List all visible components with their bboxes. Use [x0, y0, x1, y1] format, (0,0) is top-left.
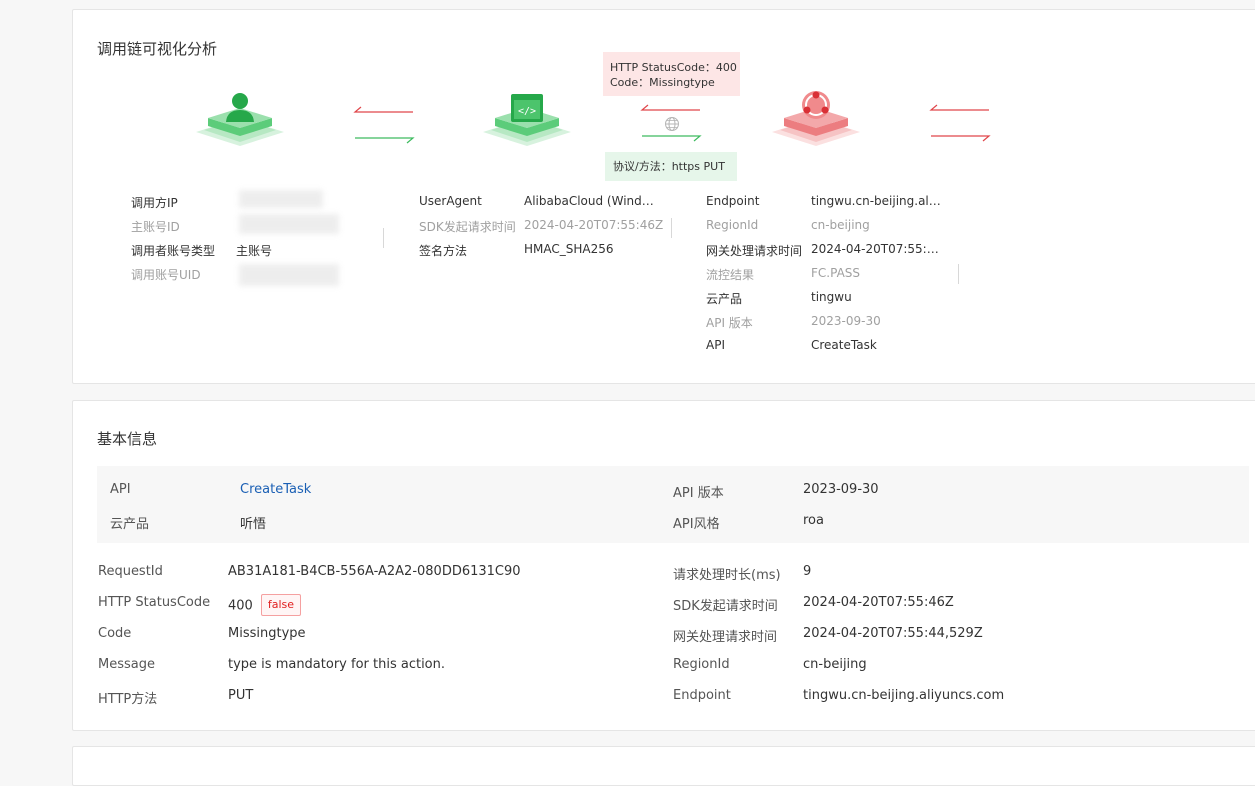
sdk-request-time-value: 2024-04-20T07:55:46Z: [524, 218, 664, 232]
api-version-value: 2023-09-30: [811, 314, 881, 328]
cloud-product-label: 云产品: [706, 292, 743, 306]
request-id-value: AB31A181-B4CB-556A-A2A2-080DD6131C90: [228, 564, 521, 579]
band-api-style-label: API风格: [673, 517, 720, 532]
gateway-endpoint-label: Endpoint: [706, 194, 760, 208]
gateway-region-label: RegionId: [706, 218, 759, 232]
message-value: type is mandatory for this action.: [228, 657, 446, 672]
endpoint-label: Endpoint: [673, 688, 731, 703]
caller-user-icon[interactable]: [194, 88, 286, 160]
response-arrow-left: [353, 106, 415, 114]
error-status-tooltip: HTTP StatusCode：400 Code：Missingtype: [603, 52, 740, 96]
backend-response-arrow-left: [929, 104, 991, 112]
band-product-value: 听悟: [240, 517, 267, 532]
request-id-label: RequestId: [98, 564, 163, 579]
basic-info-card: 基本信息 API CreateTask 云产品 听悟 API 版本 2023-0…: [72, 400, 1255, 731]
message-label: Message: [98, 657, 155, 672]
band-product-label: 云产品: [110, 517, 150, 532]
redacted-caller-uid: [239, 264, 339, 286]
call-chain-title: 调用链可视化分析: [97, 40, 218, 58]
column-divider: [671, 218, 672, 238]
caller-account-type-value: 主账号: [236, 244, 273, 258]
sdk-time-value: 2024-04-20T07:55:46Z: [803, 595, 954, 610]
api-name-value: CreateTask: [811, 338, 877, 352]
gateway-time-value: 2024-04-20T07:55:44,...: [811, 242, 941, 256]
http-method-value: PUT: [228, 688, 254, 703]
caller-account-type-label: 调用者账号类型: [131, 244, 216, 258]
status-false-badge: false: [260, 594, 301, 616]
useragent-value: AlibabaCloud (Windo...: [524, 194, 654, 208]
band-api-style-value: roa: [803, 513, 824, 528]
gateway-processing-time-value: 2024-04-20T07:55:44,529Z: [803, 626, 983, 641]
error-code-label: Code: [98, 626, 132, 641]
main-account-id-label: 主账号ID: [131, 220, 180, 234]
duration-label: 请求处理时长(ms): [673, 568, 781, 583]
gateway-region-value: cn-beijing: [811, 218, 870, 232]
redacted-main-account-id: [239, 214, 339, 234]
svg-text:</>: </>: [518, 106, 536, 117]
api-name-label: API: [706, 338, 725, 352]
region-id-label: RegionId: [673, 657, 730, 672]
endpoint-value: tingwu.cn-beijing.aliyuncs.com: [803, 688, 1005, 703]
api-link[interactable]: CreateTask: [240, 482, 311, 497]
next-section-card: [72, 746, 1255, 786]
signature-method-value: HMAC_SHA256: [524, 242, 614, 256]
column-divider: [383, 228, 384, 248]
basic-info-title: 基本信息: [97, 430, 158, 448]
backend-request-arrow-right: [929, 134, 991, 142]
gateway-processing-time-label: 网关处理请求时间: [673, 630, 778, 645]
status-code-label: HTTP StatusCode: [98, 595, 211, 610]
caller-uid-label: 调用账号UID: [131, 268, 201, 282]
flow-control-label: 流控结果: [706, 268, 755, 282]
cloud-product-value: tingwu: [811, 290, 852, 304]
flow-control-value: FC.PASS: [811, 266, 861, 280]
signature-method-label: 签名方法: [419, 244, 468, 258]
protocol-tooltip: 协议/方法：https PUT: [605, 152, 737, 181]
caller-ip-label: 调用方IP: [131, 196, 178, 210]
error-response-arrow-left: [640, 104, 702, 112]
band-api-label: API: [110, 482, 131, 497]
error-status-line: HTTP StatusCode：400: [610, 61, 737, 74]
sdk-request-time-label: SDK发起请求时间: [419, 220, 516, 234]
gateway-hub-icon[interactable]: [770, 88, 862, 160]
globe-icon: [664, 116, 680, 132]
sdk-time-label: SDK发起请求时间: [673, 599, 778, 614]
gateway-endpoint-value: tingwu.cn-beijing.aliy...: [811, 194, 941, 208]
http-method-label: HTTP方法: [98, 692, 158, 707]
error-code-value: Missingtype: [228, 626, 306, 641]
column-divider: [958, 264, 959, 284]
gateway-time-label: 网关处理请求时间: [706, 244, 803, 258]
request-arrow-right: [353, 136, 415, 144]
error-code-line: Code：Missingtype: [610, 76, 715, 89]
sdk-code-icon[interactable]: </>: [481, 88, 573, 160]
band-api-version-value: 2023-09-30: [803, 482, 879, 497]
duration-value: 9: [803, 564, 812, 579]
band-api-version-label: API 版本: [673, 486, 724, 501]
api-version-label: API 版本: [706, 316, 753, 330]
https-request-arrow-right: [640, 134, 702, 142]
useragent-label: UserAgent: [419, 194, 482, 208]
status-code-value: 400: [228, 598, 253, 614]
redacted-caller-ip: [239, 190, 323, 208]
region-id-value: cn-beijing: [803, 657, 867, 672]
